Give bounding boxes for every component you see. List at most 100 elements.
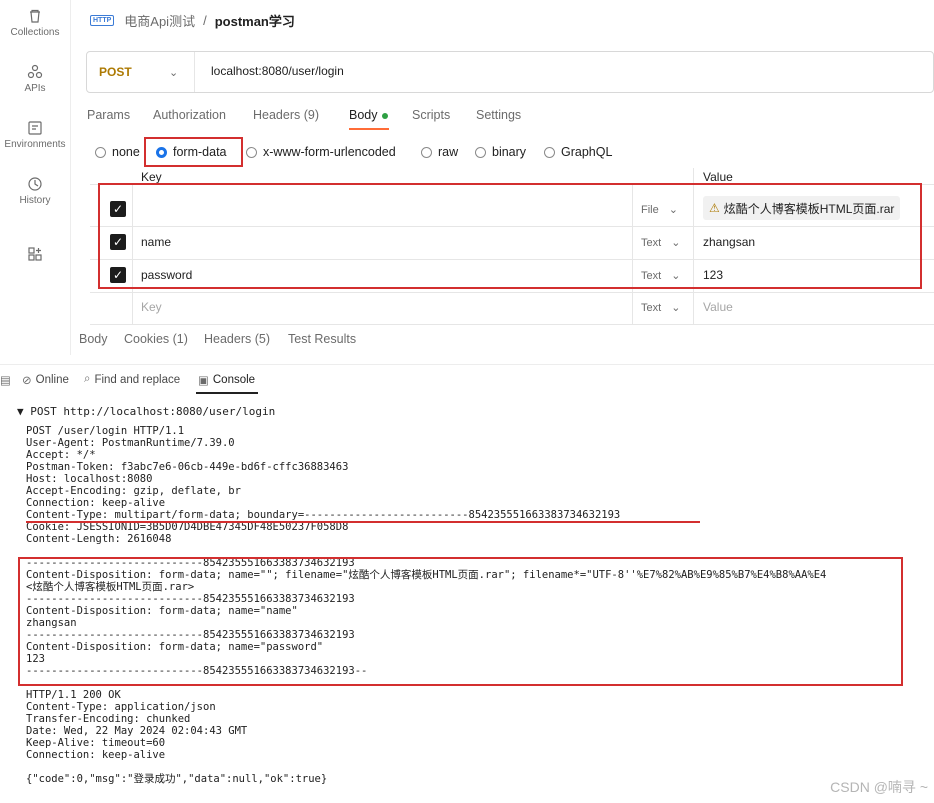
radio-binary[interactable]: binary xyxy=(475,145,526,159)
console-log-line: Content-Type: application/json xyxy=(26,701,216,713)
workspace-link[interactable]: 电商Api测试 xyxy=(124,11,195,30)
console-log-line: Connection: keep-alive xyxy=(26,749,166,761)
console-log-line: Accept-Encoding: gzip, deflate, br xyxy=(26,485,241,497)
column-header-value: Value xyxy=(703,170,733,184)
environments-icon xyxy=(0,120,70,136)
console-label: Console xyxy=(212,374,256,386)
active-tab-underline xyxy=(349,128,389,130)
add-workspace-icon xyxy=(0,246,70,262)
chevron-down-icon: ⌄ xyxy=(169,66,179,79)
console-log-line: Postman-Token: f3abc7e6-06cb-449e-bd6f-c… xyxy=(26,461,349,473)
response-tab-headers[interactable]: Headers (5) xyxy=(204,332,270,346)
console-log-line: User-Agent: PostmanRuntime/7.39.0 xyxy=(26,437,235,449)
column-header-key: Key xyxy=(141,170,162,184)
radio-graphql[interactable]: GraphQL xyxy=(544,145,612,159)
highlight-box-rows xyxy=(98,183,922,289)
sidebar-item-label: History xyxy=(19,195,51,206)
response-tab-test-results[interactable]: Test Results xyxy=(288,332,356,346)
console-log-line: Connection: keep-alive xyxy=(26,497,166,509)
console-active-underline xyxy=(196,392,258,394)
row-type-label: Text xyxy=(641,302,662,314)
key-placeholder[interactable]: Key xyxy=(141,300,162,314)
radio-circle-icon xyxy=(246,146,257,158)
find-replace-button[interactable]: ⌕ Find and replace xyxy=(84,373,180,386)
radio-x-www-form-urlencoded[interactable]: x-www-form-urlencoded xyxy=(246,145,396,159)
left-sidebar: Collections APIs Environments History xyxy=(0,0,71,355)
method-label: POST xyxy=(99,65,132,79)
console-request-line[interactable]: ▼ POST http://localhost:8080/user/login xyxy=(17,406,275,418)
console-button[interactable]: ▣ Console xyxy=(198,373,255,387)
radio-label: GraphQL xyxy=(561,145,613,159)
apis-icon xyxy=(0,64,70,80)
content-type-underline xyxy=(26,521,700,523)
check-circle-icon: ⊘ xyxy=(22,375,32,387)
response-tab-body[interactable]: Body xyxy=(79,332,108,346)
online-status[interactable]: ⊘ Online xyxy=(22,373,69,387)
response-body: {"code":0,"msg":"登录成功","data":null,"ok":… xyxy=(26,773,328,785)
history-icon xyxy=(0,176,70,192)
radio-circle-icon xyxy=(544,146,555,158)
console-log-line: POST /user/login HTTP/1.1 xyxy=(26,425,185,437)
highlight-box-body xyxy=(18,557,903,686)
value-placeholder[interactable]: Value xyxy=(703,300,733,314)
highlight-box-form-data xyxy=(144,137,243,167)
divider xyxy=(90,324,934,325)
breadcrumb-separator: / xyxy=(203,12,207,28)
sidebar-toggle-icon: ▤ xyxy=(0,375,11,387)
tab-body[interactable]: Body xyxy=(349,108,388,122)
search-icon: ⌕ xyxy=(84,373,91,385)
radio-circle-icon xyxy=(95,146,106,158)
method-select[interactable]: POST ⌄ xyxy=(87,52,195,92)
console-log-line: Host: localhost:8080 xyxy=(26,473,153,485)
collections-icon xyxy=(0,8,70,24)
row-type-select[interactable]: Text ⌄ xyxy=(641,301,680,314)
console-log-line: HTTP/1.1 200 OK xyxy=(26,689,121,701)
url-bar: POST ⌄ localhost:8080/user/login xyxy=(86,51,934,93)
http-request-icon: HTTP xyxy=(90,14,115,26)
sidebar-item-history[interactable]: History xyxy=(0,176,70,206)
chevron-down-icon: ⌄ xyxy=(671,302,681,314)
console-toolbar: ▤ ⊘ Online ⌕ Find and replace ▣ Console xyxy=(0,364,934,395)
tab-headers[interactable]: Headers (9) xyxy=(253,108,319,122)
tab-scripts[interactable]: Scripts xyxy=(412,108,450,122)
console-log-line: Content-Length: 2616048 xyxy=(26,533,172,545)
radio-circle-icon xyxy=(475,146,486,158)
sidebar-item-label: APIs xyxy=(24,83,46,94)
url-input[interactable]: localhost:8080/user/login xyxy=(211,64,344,78)
online-label: Online xyxy=(35,374,69,386)
watermark: CSDN @喃寻 ~ xyxy=(830,779,928,795)
radio-raw[interactable]: raw xyxy=(421,145,458,159)
sidebar-item-collections[interactable]: Collections xyxy=(0,8,70,38)
response-tab-cookies[interactable]: Cookies (1) xyxy=(124,332,188,346)
tab-settings[interactable]: Settings xyxy=(476,108,521,122)
radio-label: x-www-form-urlencoded xyxy=(263,145,396,159)
console-log-line: Date: Wed, 22 May 2024 02:04:43 GMT xyxy=(26,725,248,737)
console-icon: ▣ xyxy=(198,375,209,387)
modified-dot-icon xyxy=(381,112,388,119)
tab-params[interactable]: Params xyxy=(87,108,130,122)
sidebar-item-label: Collections xyxy=(10,27,60,38)
tab-body-label: Body xyxy=(349,108,378,122)
radio-circle-icon xyxy=(421,146,432,158)
tab-authorization[interactable]: Authorization xyxy=(153,108,226,122)
sidebar-item-add[interactable] xyxy=(0,246,70,265)
response-headers-block: HTTP/1.1 200 OK Content-Type: application… xyxy=(26,689,247,761)
sidebar-item-apis[interactable]: APIs xyxy=(0,64,70,94)
breadcrumb: HTTP 电商Api测试 / postman学习 xyxy=(90,10,295,30)
radio-none[interactable]: none xyxy=(95,145,140,159)
panel-toggle-icon[interactable]: ▤ xyxy=(0,373,15,387)
divider xyxy=(90,292,934,293)
console-log-line: Cookie: JSESSIONID=3B5D07D4DBE47345DF48E… xyxy=(26,521,349,533)
radio-label: binary xyxy=(492,145,527,159)
radio-label: raw xyxy=(438,145,459,159)
console-log-line: Keep-Alive: timeout=60 xyxy=(26,737,166,749)
sidebar-item-label: Environments xyxy=(4,139,66,150)
console-log-line: Transfer-Encoding: chunked xyxy=(26,713,191,725)
radio-label: none xyxy=(112,145,140,159)
request-headers-block: POST /user/login HTTP/1.1 User-Agent: Pos… xyxy=(26,425,620,545)
console-log-line: Content-Type: multipart/form-data; bound… xyxy=(26,509,621,521)
console-log-line: Accept: */* xyxy=(26,449,96,461)
sidebar-item-environments[interactable]: Environments xyxy=(0,120,70,150)
request-title[interactable]: postman学习 xyxy=(215,11,295,30)
find-label: Find and replace xyxy=(94,373,181,386)
